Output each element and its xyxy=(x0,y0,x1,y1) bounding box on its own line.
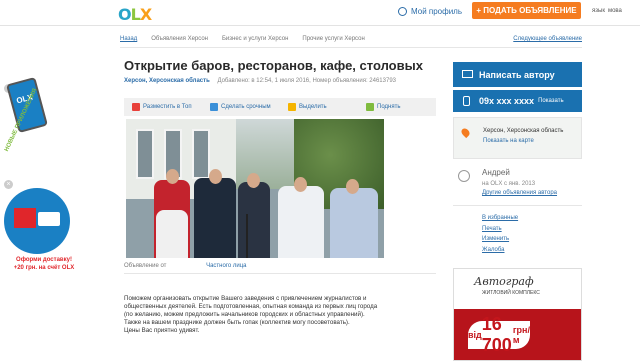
phone-masked: 09х ххх хххх xyxy=(479,96,535,106)
description-line: (по желанию, можем предложить начальнико… xyxy=(124,311,365,318)
photo-window xyxy=(136,129,154,179)
photo-microphone xyxy=(246,214,248,258)
post-ad-button[interactable]: + ПОДАТЬ ОБЪЯВЛЕНИЕ xyxy=(472,2,581,19)
logo-letter-o: O xyxy=(118,5,132,24)
listing-added-info: Добавлено: в 12:54, 1 июля 2016, Номер о… xyxy=(217,78,396,84)
photo-head xyxy=(247,173,260,188)
gift-box-icon xyxy=(14,208,36,228)
divider xyxy=(124,273,436,274)
listing-photo[interactable] xyxy=(126,119,384,258)
bump-icon xyxy=(366,103,374,111)
photo-head xyxy=(346,179,359,194)
ad-price-prefix: від xyxy=(468,330,482,340)
listing-city[interactable]: Херсон, Херсонская область xyxy=(124,78,210,84)
promote-actions-bar: Разместить в Топ Сделать срочным Выделит… xyxy=(124,98,436,116)
site-header: OLX Мой профиль + ПОДАТЬ ОБЪЯВЛЕНИЕ язык… xyxy=(0,0,640,26)
ad-price-unit: грн/м xyxy=(512,325,530,345)
page-title: Открытие баров, ресторанов, кафе, столов… xyxy=(124,58,423,73)
envelope-icon xyxy=(462,70,473,78)
map-pin-icon xyxy=(459,126,472,139)
author-since: на OLX с янв. 2013 xyxy=(482,181,536,187)
write-author-button[interactable]: Написать автору xyxy=(453,62,582,87)
lang-option-ru[interactable]: язык xyxy=(592,8,605,14)
seller-type: Объявление от Частного лица xyxy=(124,263,247,269)
photo-head xyxy=(294,177,307,192)
add-favorite-link[interactable]: В избранные xyxy=(482,213,518,224)
make-urgent-action[interactable]: Сделать срочным xyxy=(202,103,280,111)
phone-icon xyxy=(463,96,470,106)
olx-logo[interactable]: OLX xyxy=(118,5,152,24)
delivery-line-2: +20 грн. на счёт OLX xyxy=(13,265,75,271)
photo-person xyxy=(194,178,236,258)
location-box: Херсон, Херсонская область Показать на к… xyxy=(453,117,582,159)
truck-icon xyxy=(38,212,60,226)
clock-icon xyxy=(210,103,218,111)
location-text: Херсон, Херсонская область xyxy=(483,128,564,134)
show-on-map-link[interactable]: Показать на карте xyxy=(483,138,534,144)
edit-link[interactable]: Изменить xyxy=(482,234,518,245)
highlight-label: Выделить xyxy=(299,104,327,110)
breadcrumb-ads-kherson[interactable]: Объявления Херсон xyxy=(151,36,208,42)
description-line: Поможем организовать открытие Вашего зав… xyxy=(124,295,367,302)
photo-head xyxy=(166,169,179,184)
photo-person xyxy=(330,188,378,258)
next-ad-link[interactable]: Следующее объявление xyxy=(513,36,582,42)
photo-head xyxy=(209,169,222,184)
show-phone-label: Показать xyxy=(538,98,564,104)
close-icon[interactable]: × xyxy=(4,180,13,189)
author-other-ads-link[interactable]: Другие объявления автора xyxy=(482,190,557,196)
my-profile-link[interactable]: Мой профиль xyxy=(398,7,462,16)
top-icon xyxy=(132,103,140,111)
make-urgent-label: Сделать срочным xyxy=(221,104,271,110)
divider xyxy=(453,205,582,206)
back-link[interactable]: Назад xyxy=(120,36,137,42)
breadcrumb-business[interactable]: Бизнес и услуги Херсон xyxy=(222,36,288,42)
user-avatar-icon xyxy=(458,170,470,182)
listing-description: Поможем организовать открытие Вашего зав… xyxy=(124,295,444,335)
promote-top-action[interactable]: Разместить в Топ xyxy=(124,103,202,111)
my-profile-label: Мой профиль xyxy=(411,7,463,16)
promote-top-label: Разместить в Топ xyxy=(143,104,192,110)
highlight-action[interactable]: Выделить xyxy=(280,103,358,111)
breadcrumb: Назад Объявления Херсон Бизнес и услуги … xyxy=(120,33,582,45)
photo-person xyxy=(278,186,324,258)
seller-type-label: Объявление от xyxy=(124,263,167,269)
write-author-label: Написать автору xyxy=(479,69,555,80)
breadcrumb-other-services[interactable]: Прочие услуги Херсон xyxy=(302,36,364,42)
photo-person xyxy=(156,210,188,258)
delivery-promo-text[interactable]: Оформи доставку! +20 грн. на счёт OLX xyxy=(4,256,84,272)
highlight-icon xyxy=(288,103,296,111)
ad-banner[interactable]: Автограф ЖИТЛОВИЙ КОМПЛЕКС від 16 700 гр… xyxy=(453,268,582,361)
seller-type-value: Частного лица xyxy=(206,263,247,269)
ad-price-value: 16 700 xyxy=(481,314,512,355)
user-icon xyxy=(398,7,407,16)
listing-meta: Херсон, Херсонская область Добавлено: в … xyxy=(124,78,396,84)
bump-label: Поднять xyxy=(377,104,401,110)
description-line: Цены Вас приятно удивят. xyxy=(124,327,200,334)
author-name: Андрей xyxy=(482,168,510,177)
description-line: общественных деятелей. Есть подготовленн… xyxy=(124,303,378,310)
lang-option-ua[interactable]: мова xyxy=(608,8,622,14)
bump-action[interactable]: Поднять xyxy=(358,103,436,111)
logo-letter-l: L xyxy=(130,5,141,24)
show-phone-button[interactable]: 09х ххх хххх Показать xyxy=(453,90,582,112)
ad-price-tag: від 16 700 грн/м xyxy=(468,314,530,355)
photo-person xyxy=(238,182,270,258)
delivery-promo[interactable] xyxy=(4,188,70,254)
delivery-line-1: Оформи доставку! xyxy=(16,257,72,263)
photo-window xyxy=(192,129,210,179)
listing-tools: В избранные Печать Изменить Жалоба xyxy=(482,213,518,255)
language-switcher: язык мова xyxy=(592,8,622,14)
divider xyxy=(120,47,582,48)
print-link[interactable]: Печать xyxy=(482,224,518,235)
logo-letter-x: X xyxy=(139,5,152,24)
description-line: Также на вашем празднике должен быть гоп… xyxy=(124,319,350,326)
ad-subtitle: ЖИТЛОВИЙ КОМПЛЕКС xyxy=(482,290,540,296)
report-link[interactable]: Жалоба xyxy=(482,245,518,256)
ad-brand: Автограф xyxy=(474,275,534,288)
